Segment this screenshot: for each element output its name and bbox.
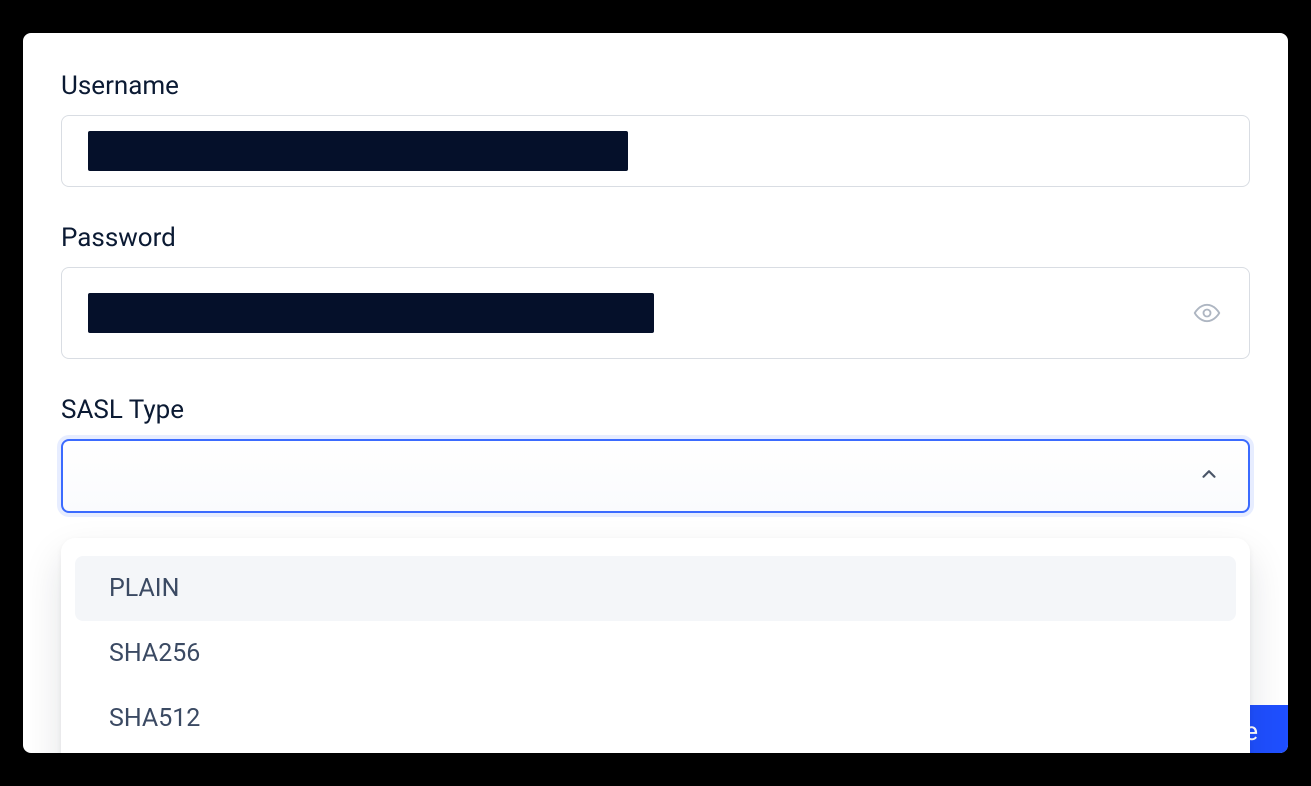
chevron-up-icon <box>1198 463 1220 489</box>
password-field-group: Password <box>23 223 1288 359</box>
username-field-group: Username <box>23 71 1288 187</box>
username-input[interactable] <box>61 115 1250 187</box>
sasl-type-select[interactable] <box>61 439 1250 513</box>
eye-icon <box>1193 299 1221 327</box>
sasl-option-sha512[interactable]: SHA512 <box>75 686 1236 751</box>
username-redacted-value <box>88 131 628 171</box>
password-redacted-value <box>88 293 654 333</box>
sasl-option-plain[interactable]: PLAIN <box>75 556 1236 621</box>
username-label: Username <box>61 71 1250 101</box>
settings-form-panel: Username Password SASL Type <box>23 33 1288 753</box>
password-input[interactable] <box>61 267 1250 359</box>
sasl-option-sha256[interactable]: SHA256 <box>75 621 1236 686</box>
sasl-type-dropdown: PLAIN SHA256 SHA512 <box>61 538 1250 753</box>
toggle-password-visibility-button[interactable] <box>1191 297 1223 329</box>
sasl-type-field-group: SASL Type <box>23 395 1288 513</box>
password-label: Password <box>61 223 1250 253</box>
sasl-type-label: SASL Type <box>61 395 1250 425</box>
